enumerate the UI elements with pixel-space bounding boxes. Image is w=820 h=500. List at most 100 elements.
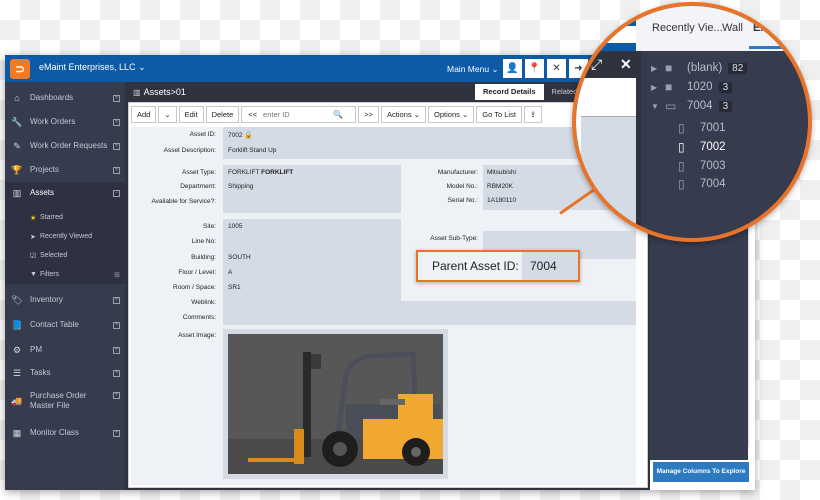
folder-icon: ■ [665,61,673,75]
checkbox-icon: ☑ [30,253,37,260]
available-for-service-label: Available for Service?: [151,198,216,205]
close-window-icon[interactable]: ✕ [620,56,632,73]
tree-leaf-7004[interactable]: ▯ 7004 [678,177,726,191]
sidebar-item-label: PM [30,345,42,354]
asset-id-value: 7002 🔒 [228,131,253,139]
share-icon[interactable]: ⇪ [523,106,543,123]
tree-leaf-7002[interactable]: ▯ 7002 [678,140,726,154]
expand-icon[interactable]: + [113,369,120,377]
sidebar-item-work-orders[interactable]: 🔧 Work Orders + [5,112,125,132]
count-badge: 3 [718,100,733,112]
asset-type-name: FORKLIFT [261,169,294,176]
actions-menu-button[interactable]: Actions ⌄ [381,106,427,123]
pin-icon[interactable]: 📍 [525,59,544,78]
sidebar-item-monitor-class[interactable]: ▦ Monitor Class + [5,423,125,443]
expand-icon[interactable]: + [113,346,120,354]
building-label: Building: [191,254,216,261]
tab-explore[interactable]: Exp [753,22,773,34]
tab-wall[interactable]: Wall [722,22,743,34]
sidebar-item-label: Dashboards [30,93,74,102]
calendar-icon: ▦ [12,427,22,438]
sidebar-item-label: Purchase Order Master File [30,391,87,410]
sidebar-item-dashboards[interactable]: ⌂ Dashboards + [5,88,125,108]
tab-record-details[interactable]: Record Details [475,84,544,100]
magnified-top-bar [576,6,636,51]
line-no-label: Line No: [191,238,216,245]
weblink-label: Weblink: [191,299,216,306]
sidebar-item-pm[interactable]: ⚙ PM + [5,340,125,360]
chevron-down-icon: ⌄ [413,110,421,119]
site-value: 1005 [228,223,243,230]
tree-leaf-7003[interactable]: ▯ 7003 [678,159,726,173]
expand-icon[interactable]: + [113,118,120,126]
comments-label: Comments: [182,314,216,321]
sidebar-item-purchase-order-master-file[interactable]: 🚚 Purchase Order Master File + [5,388,125,414]
add-button[interactable]: Add [131,106,157,123]
asset-image-frame [223,329,448,479]
sidebar-item-tasks[interactable]: ☰ Tasks + [5,363,125,383]
breadcrumb-text: Assets>01 [143,87,186,97]
manufacturer-label: Manufacturer: [437,169,478,176]
serial-label: Serial No.: [447,197,478,204]
asset-type-label: Asset Type: [182,169,216,176]
floor-value: A [228,269,233,276]
options-label: Options [434,110,460,119]
actions-label: Actions [387,110,412,119]
options-menu-button[interactable]: Options ⌄ [428,106,475,123]
caret-right-icon[interactable]: ▶ [651,64,665,73]
sidebar-item-label: Assets [30,188,55,197]
record-id-input[interactable] [263,110,334,119]
tree-node-blank[interactable]: ▶ ■ (blank) 82 [651,61,748,75]
trophy-icon: 🏆 [11,164,23,175]
manufacturer-value: Mitsubishi [487,169,516,176]
folder-icon: ■ [665,80,673,94]
lock-icon: 🔒 [244,132,253,139]
expand-window-icon[interactable]: ⤢ [591,56,602,73]
tree-node-7004[interactable]: ▼ ▭ 7004 3 [651,99,733,113]
parent-asset-id-value: 7004 [522,252,578,280]
parent-asset-id-callout: Parent Asset ID: 7004 [416,250,580,282]
site-label: Site: [202,223,216,230]
search-icon[interactable]: 🔍 [333,110,343,119]
forklift-photo[interactable] [228,334,443,474]
leaf-label: 7002 [700,141,726,153]
asset-id-label: Asset ID: [189,131,216,138]
manage-columns-button[interactable]: Manage Columns To Explore [653,462,749,482]
subitem-label: Starred [40,214,63,221]
breadcrumb: ▥ Assets>01 [133,87,186,97]
wrench-icon: 🔧 [11,116,23,127]
gears-icon: ⚙ [12,344,22,355]
add-dropdown-button[interactable]: ⌄ [158,106,177,123]
next-record-button[interactable]: >> [358,106,380,123]
expand-icon[interactable]: + [113,94,120,102]
expand-icon[interactable]: + [113,321,120,329]
chevron-down-icon: ⌄ [491,64,499,74]
asset-sub-type-label: Asset Sub-Type: [430,235,478,242]
expand-icon[interactable]: + [113,392,120,399]
leaf-label: 7004 [700,178,726,190]
company-selector[interactable]: eMaint Enterprises, LLC ⌄ [39,62,146,73]
home-icon: ⌂ [14,93,20,103]
asset-type-code: FORKLIFT [228,169,260,176]
tree-node-1020[interactable]: ▶ ■ 1020 3 [651,80,733,94]
tree-leaf-7001[interactable]: ▯ 7001 [678,121,726,135]
go-to-list-button[interactable]: Go To List [476,106,522,123]
company-name: eMaint Enterprises, LLC [39,62,136,72]
caret-right-icon[interactable]: ▶ [651,83,665,92]
caret-down-icon[interactable]: ▼ [651,102,665,111]
subitem-label: Recently Viewed [40,233,93,240]
delete-button[interactable]: Delete [205,106,240,123]
expand-icon[interactable]: + [113,429,120,437]
previous-record-button[interactable]: << [242,110,263,119]
main-menu-button[interactable]: Main Menu ⌄ [447,64,499,75]
tab-recently-viewed[interactable]: Recently Vie... [652,22,723,34]
asset-type-value: FORKLIFT FORKLIFT [228,169,293,176]
edit-button[interactable]: Edit [178,106,204,123]
truck-icon: 🚚 [11,395,23,406]
chevron-down-icon: ⌄ [462,110,469,119]
close-x-icon[interactable]: ✕ [547,59,566,78]
emaint-logo[interactable]: ⊃ [10,59,30,79]
collapse-icon[interactable]: − [113,189,120,197]
user-icon[interactable]: 👤 [503,59,522,78]
book-icon: 📘 [11,319,23,330]
